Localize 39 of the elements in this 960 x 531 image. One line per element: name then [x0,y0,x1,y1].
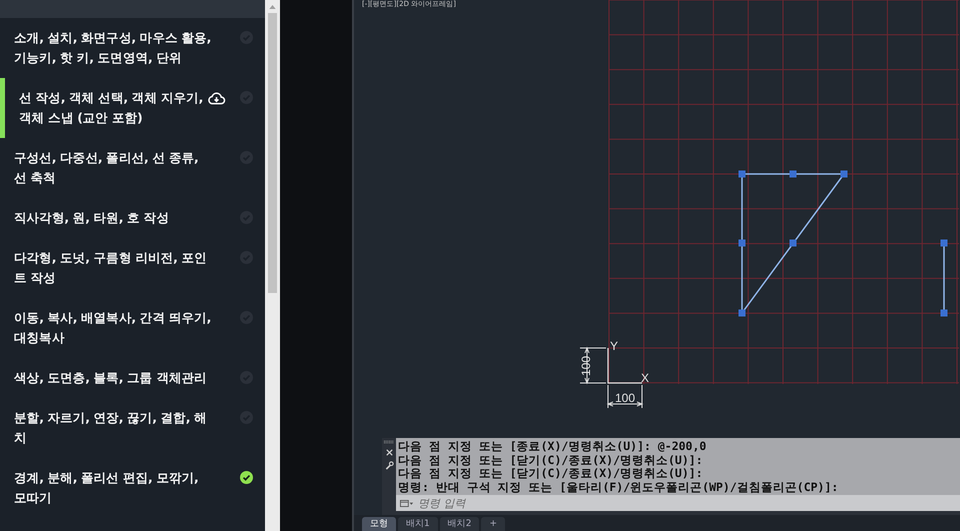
scrollbar[interactable] [265,0,280,531]
lesson-item[interactable]: 분할, 자르기, 연장, 끊기, 결합, 해 치 [0,408,265,448]
lesson-title: 소개, 설치, 화면구성, 마우스 활용, 기능키, 핫 키, 도면영역, 단위 [14,29,212,67]
lesson-item[interactable]: 다각형, 도넛, 구름형 리비전, 포인 트 작성 [0,248,265,288]
close-icon[interactable] [384,448,394,457]
ucs-axes-icon [607,348,642,384]
lesson-title: 경계, 분해, 폴리선 편집, 모깎기, 모따기 [14,469,198,507]
command-history-line: 다음 점 지정 또는 [닫기(C)/종료(X)/명령취소(U)]: [398,454,704,468]
horizontal-dimension-line [606,384,644,408]
dimension-value: 100 [614,391,636,405]
lesson-item[interactable]: 소개, 설치, 화면구성, 마우스 활용, 기능키, 핫 키, 도면영역, 단위 [0,28,265,68]
grip-icon[interactable] [384,440,394,444]
x-axis-label: X [641,371,650,385]
lesson-title: 색상, 도면층, 블록, 그룹 객체관리 [14,369,207,387]
lesson-item[interactable]: 이동, 복사, 배열복사, 간격 띄우기, 대칭복사 [0,308,265,348]
layout-tab[interactable]: 모형 [362,517,396,531]
layout-tab[interactable]: 배치2 [440,517,480,531]
command-history-line: 명령: 반대 구석 지정 또는 [울타리(F)/윈도우폴리곤(WP)/걸침폴리곤(CP)]: [398,480,840,494]
lesson-title: 구성선, 다중선, 폴리선, 선 종류, 선 축척 [14,149,198,187]
scrollbar-thumb[interactable] [268,13,277,293]
lesson-item[interactable]: 직사각형, 원, 타원, 호 작성 [0,208,265,228]
y-axis-label: Y [610,339,618,353]
command-history-line: 다음 점 지정 또는 [종료(X)/명령취소(U)]: @-200,0 [398,440,708,454]
lesson-title: 이동, 복사, 배열복사, 간격 띄우기, 대칭복사 [14,309,212,347]
command-prompt-icon[interactable] [400,498,414,508]
cloud-download-icon[interactable] [207,91,226,106]
lesson-item[interactable]: 구성선, 다중선, 폴리선, 선 종류, 선 축척 [0,148,265,188]
lesson-item[interactable]: 색상, 도면층, 블록, 그룹 객체관리 [0,368,265,388]
vertical-dimension-line [580,346,606,384]
command-history-line: 다음 점 지정 또는 [닫기(C)/종료(X)/명령취소(U)]: [398,467,704,481]
lesson-title: 다각형, 도넛, 구름형 리비전, 포인 트 작성 [14,249,207,287]
lesson-item[interactable]: 경계, 분해, 폴리선 편집, 모깎기, 모따기 [0,468,265,508]
lesson-title: 선 작성, 객체 선택, 객체 지우기, 객체 스냅 (교안 포함) [19,89,204,127]
command-input-field[interactable]: 명령 입력 [418,496,960,510]
lesson-title: 직사각형, 원, 타원, 호 작성 [14,209,169,227]
lesson-title: 분할, 자르기, 연장, 끊기, 결합, 해 치 [14,409,207,447]
wrench-icon[interactable] [384,461,394,470]
layout-tab[interactable]: + [481,517,506,531]
layout-tab[interactable]: 배치1 [398,517,438,531]
